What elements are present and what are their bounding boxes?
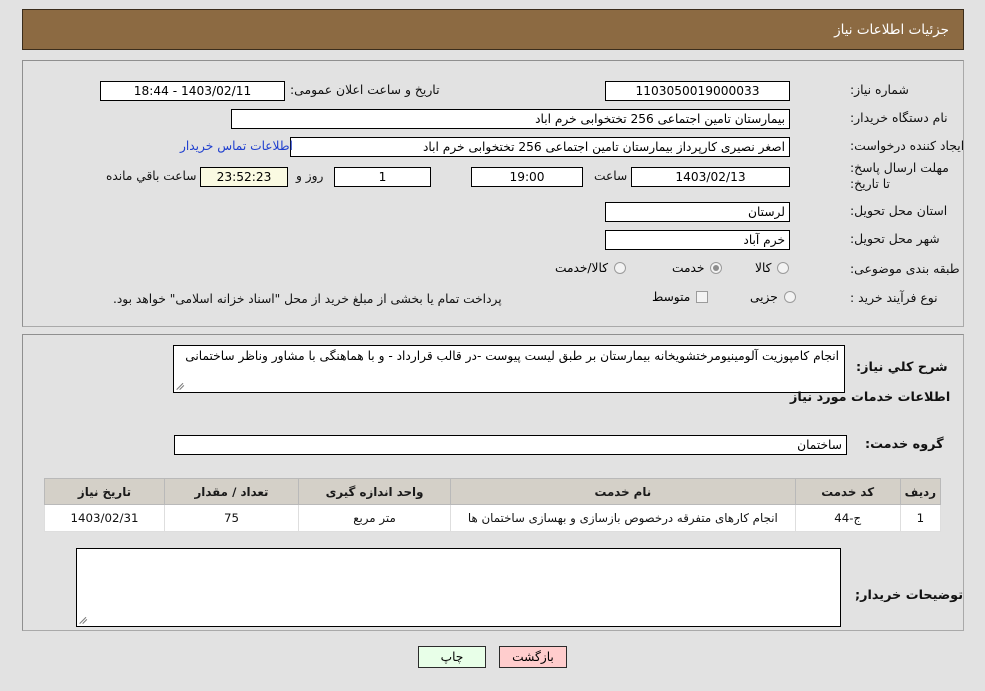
- checkbox-motavaset-icon[interactable]: [696, 291, 709, 303]
- deadline-label: مهلت ارسال پاسخ: تا تاریخ:: [850, 160, 949, 191]
- hour-label: ساعت: [594, 169, 628, 183]
- radio-khedmat-icon[interactable]: [710, 262, 723, 274]
- announce-datetime-field[interactable]: 1403/02/11 - 18:44: [100, 81, 285, 101]
- page-title: جزئیات اطلاعات نیاز: [834, 21, 949, 38]
- need-number-label: شماره نیاز:: [850, 82, 909, 97]
- category-option-kala[interactable]: کالا: [755, 261, 790, 275]
- services-section-heading: اطلاعات خدمات مورد نیاز: [790, 390, 951, 405]
- process-option-jozi[interactable]: جزیی: [750, 290, 796, 304]
- process-label-wrap: نوع فرآیند خرید :: [850, 290, 938, 307]
- requester-field[interactable]: اصغر نصیری کارپرداز بیمارستان تامین اجتم…: [290, 137, 790, 157]
- buyer-contact-link[interactable]: اطلاعات تماس خریدار: [180, 139, 293, 153]
- page-header: جزئیات اطلاعات نیاز: [22, 9, 964, 50]
- col-service-code: کد خدمت: [794, 478, 901, 505]
- cell-need-date: 1403/02/31: [44, 504, 165, 532]
- days-unit-label: روز و: [296, 169, 324, 183]
- announce-datetime-label: تاریخ و ساعت اعلان عمومی:: [290, 82, 440, 97]
- col-row-no: ردیف: [899, 478, 942, 505]
- days-field[interactable]: 1: [334, 167, 431, 187]
- service-group-field[interactable]: ساختمان: [174, 435, 847, 455]
- province-field[interactable]: لرستان: [605, 202, 790, 222]
- service-group-label: گروه خدمت:: [865, 437, 944, 452]
- countdown-field: 23:52:23: [200, 167, 288, 187]
- table-header-row: ردیف کد خدمت نام خدمت واحد اندازه گیری ت…: [44, 478, 942, 505]
- province-label: استان محل تحویل:: [850, 203, 948, 218]
- services-table: ردیف کد خدمت نام خدمت واحد اندازه گیری ت…: [44, 478, 942, 532]
- requester-label: ایجاد کننده درخواست:: [850, 138, 965, 153]
- page-root: AnaTender.net جزئیات اطلاعات نیاز شماره …: [0, 0, 985, 691]
- button-bar: بازگشت چاپ: [0, 646, 985, 668]
- process-option-motavaset-label: متوسط: [652, 290, 691, 304]
- city-label-wrap: شهر محل تحویل:: [850, 231, 940, 248]
- city-field[interactable]: خرم آباد: [605, 230, 790, 250]
- category-label-wrap: طبقه بندی موضوعی:: [850, 261, 960, 278]
- treasury-note: پرداخت تمام یا بخشی از مبلغ خرید از محل …: [113, 292, 502, 306]
- category-option-khedmat[interactable]: خدمت: [672, 261, 723, 275]
- radio-kala-khedmat-icon[interactable]: [614, 262, 626, 274]
- category-option-khedmat-label: خدمت: [672, 261, 705, 275]
- category-option-kala-khedmat-label: کالا/خدمت: [555, 261, 608, 275]
- radio-kala-icon[interactable]: [777, 262, 790, 274]
- category-label: طبقه بندی موضوعی:: [850, 261, 960, 276]
- cell-service-code: ج-44: [794, 504, 901, 532]
- process-option-jozi-label: جزیی: [750, 290, 778, 304]
- province-label-wrap: استان محل تحویل:: [850, 203, 947, 220]
- process-label: نوع فرآیند خرید :: [850, 290, 938, 305]
- cell-unit: متر مربع: [298, 504, 451, 532]
- deadline-label-wrap: مهلت ارسال پاسخ: تا تاریخ:: [850, 160, 960, 191]
- resize-grip-icon[interactable]: [79, 614, 90, 625]
- buyer-org-label-wrap: نام دستگاه خریدار:: [850, 110, 948, 127]
- col-need-date: تاریخ نیاز: [44, 478, 165, 505]
- cell-quantity: 75: [164, 504, 299, 532]
- description-label: شرح کلي نياز:: [856, 360, 948, 375]
- col-quantity: تعداد / مقدار: [164, 478, 299, 505]
- process-option-motavaset[interactable]: متوسط: [652, 290, 709, 304]
- deadline-date-field[interactable]: 1403/02/13: [631, 167, 790, 187]
- hour-field[interactable]: 19:00: [471, 167, 583, 187]
- need-number-label-wrap: شماره نیاز:: [850, 82, 909, 99]
- col-service-name: نام خدمت: [450, 478, 796, 505]
- print-button[interactable]: چاپ: [418, 646, 486, 668]
- description-textarea[interactable]: انجام کامپوزیت آلومینیومرختشویخانه بیمار…: [173, 345, 845, 393]
- category-option-kala-khedmat[interactable]: کالا/خدمت: [555, 261, 626, 275]
- buyer-comments-textarea[interactable]: [76, 548, 841, 627]
- requester-label-wrap: ایجاد کننده درخواست:: [850, 138, 964, 155]
- city-label: شهر محل تحویل:: [850, 231, 940, 246]
- buyer-org-label: نام دستگاه خریدار:: [850, 110, 948, 125]
- buyer-org-field[interactable]: بیمارستان تامین اجتماعی 256 تختخوابی خرم…: [231, 109, 790, 129]
- category-option-kala-label: کالا: [755, 261, 772, 275]
- cell-service-name: انجام کارهای متفرقه درخصوص بازسازی و بهس…: [450, 504, 796, 532]
- need-number-field[interactable]: 1103050019000033: [605, 81, 790, 101]
- cell-row-no: 1: [899, 504, 942, 532]
- col-unit: واحد اندازه گیری: [298, 478, 451, 505]
- remaining-label: ساعت باقي مانده: [106, 169, 197, 183]
- announce-datetime-label-wrap: تاریخ و ساعت اعلان عمومی:: [290, 82, 440, 99]
- buyer-comments-label: توضیحات خریدار;: [855, 588, 964, 603]
- back-button[interactable]: بازگشت: [499, 646, 567, 668]
- table-row: 1 ج-44 انجام کارهای متفرقه درخصوص بازساز…: [44, 504, 942, 532]
- radio-jozi-icon[interactable]: [783, 291, 796, 303]
- resize-grip-icon[interactable]: [176, 380, 187, 391]
